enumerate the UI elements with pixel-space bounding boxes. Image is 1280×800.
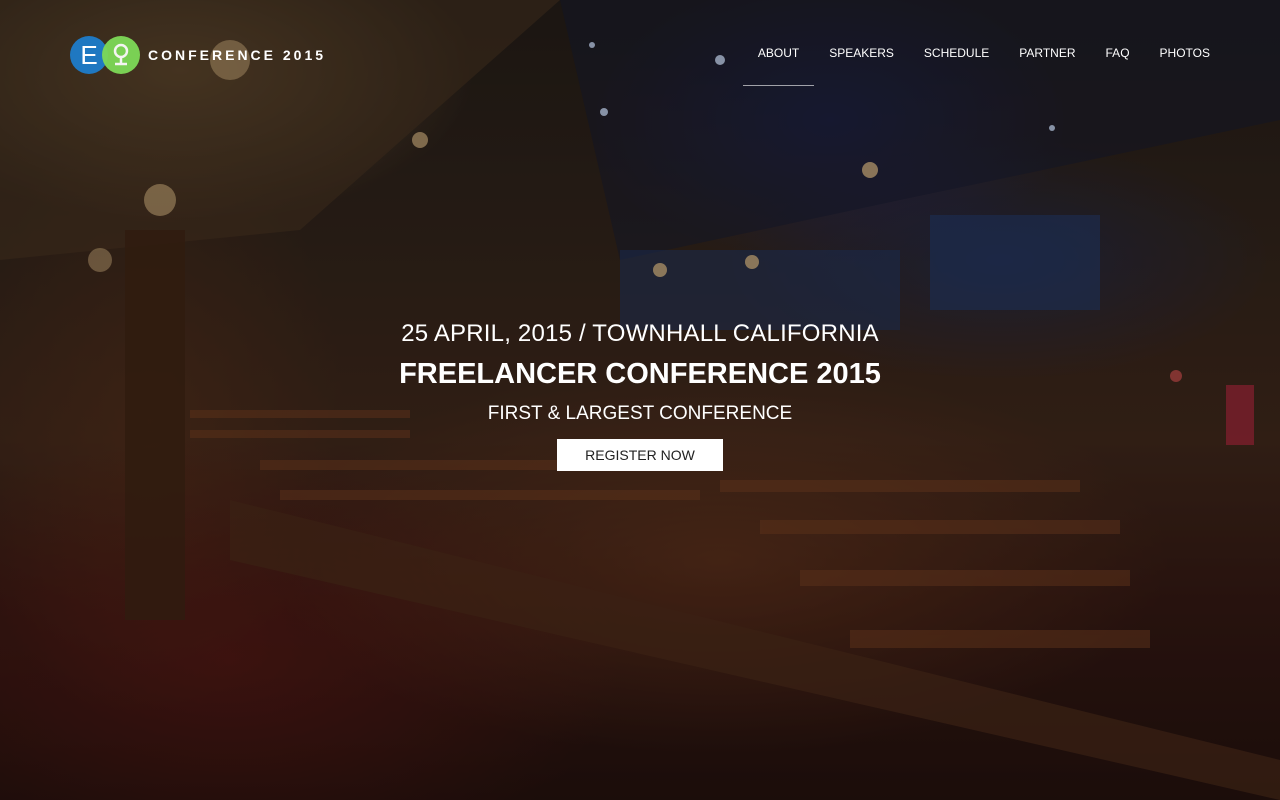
- logo-mark: E: [70, 36, 140, 74]
- nav-item-about[interactable]: ABOUT: [742, 46, 815, 86]
- brand-name: CONFERENCE 2015: [148, 47, 327, 63]
- nav-item-faq[interactable]: FAQ: [1091, 46, 1145, 86]
- hero-section: E CONFERENCE 2015 ABOUT SPEAKERS SCHEDUL…: [0, 0, 1280, 800]
- main-nav: ABOUT SPEAKERS SCHEDULE PARTNER FAQ PHOT…: [742, 46, 1210, 86]
- nav-item-schedule[interactable]: SCHEDULE: [909, 46, 1004, 86]
- nav-item-photos[interactable]: PHOTOS: [1145, 46, 1210, 86]
- nav-item-partner[interactable]: PARTNER: [1004, 46, 1090, 86]
- register-now-button[interactable]: REGISTER NOW: [557, 439, 723, 471]
- event-title: FREELANCER CONFERENCE 2015: [399, 358, 881, 390]
- brand-logo[interactable]: E CONFERENCE 2015: [70, 36, 326, 74]
- location-pin-icon: [102, 36, 140, 74]
- hero-content: 25 APRIL, 2015 / TOWNHALL CALIFORNIA FRE…: [0, 320, 1280, 471]
- nav-item-speakers[interactable]: SPEAKERS: [814, 46, 909, 86]
- event-date-location: 25 APRIL, 2015 / TOWNHALL CALIFORNIA: [401, 320, 879, 347]
- event-subtitle: FIRST & LARGEST CONFERENCE: [487, 403, 793, 424]
